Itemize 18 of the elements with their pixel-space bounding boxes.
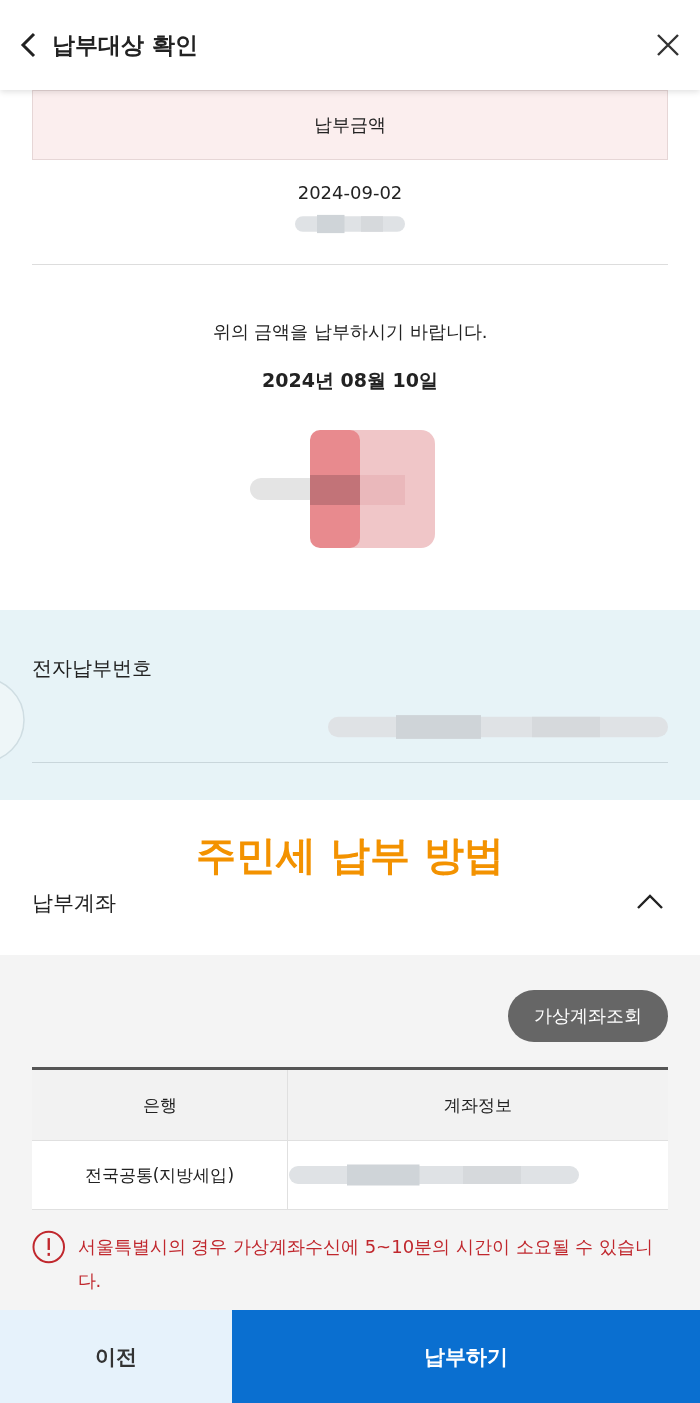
close-icon[interactable] (656, 33, 680, 57)
column-header: 계좌정보 (287, 1068, 668, 1141)
page-title: 납부대상 확인 (52, 30, 199, 60)
notice-text: 위의 금액을 납부하시기 바랍니다. (212, 320, 488, 344)
due-date: 2024-09-02 (297, 182, 403, 203)
back-icon[interactable] (20, 32, 36, 58)
warning-icon (32, 1230, 66, 1264)
pay-button[interactable]: 납부하기 (232, 1310, 700, 1403)
previous-button[interactable]: 이전 (0, 1310, 232, 1403)
column-header: 은행 (32, 1068, 288, 1141)
table-cell: 전국공통(지방세입) (32, 1140, 288, 1210)
section-title: 납부계좌 (32, 890, 116, 917)
virtual-account-button[interactable]: 가상계좌조회 (508, 990, 668, 1042)
caption-text: 주민세 납부 방법 (195, 831, 505, 880)
notice-date: 2024년 08월 10일 (262, 368, 438, 393)
warning-text: 서울특별시의 경우 가상계좌수신에 5~10분의 시간이 소요될 수 있습니다. (77, 1235, 654, 1293)
table-header: 납부금액 (32, 90, 668, 160)
payment-number-label: 전자납부번호 (32, 655, 153, 682)
